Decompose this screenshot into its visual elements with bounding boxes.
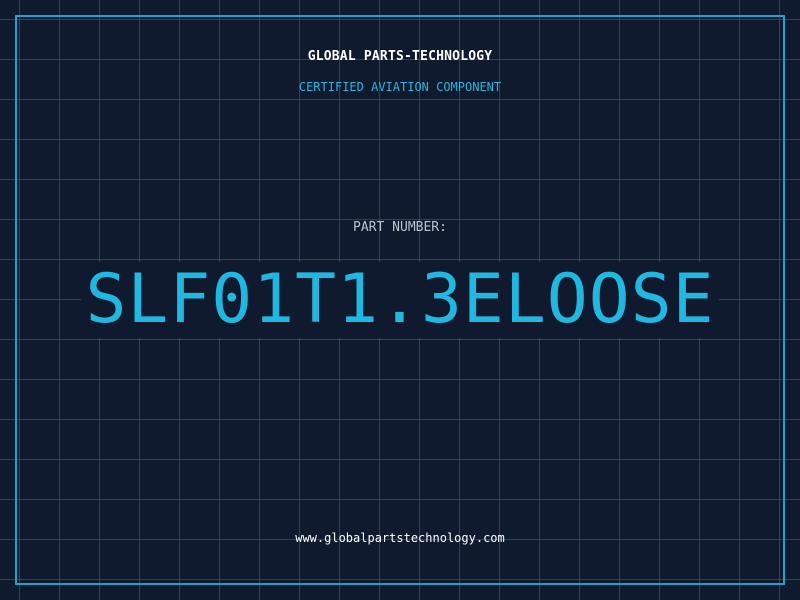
company-name: GLOBAL PARTS-TECHNOLOGY [307,49,493,64]
website-url: www.globalpartstechnology.com [295,531,505,545]
part-number-value: SLF01T1.3ELOOSE [81,262,719,338]
part-number-label: PART NUMBER: [353,220,447,235]
part-card: GLOBAL PARTS-TECHNOLOGY CERTIFIED AVIATI… [0,0,800,600]
certification-subtitle: CERTIFIED AVIATION COMPONENT [298,80,502,94]
part-number-container: SLF01T1.3ELOOSE [0,262,800,338]
